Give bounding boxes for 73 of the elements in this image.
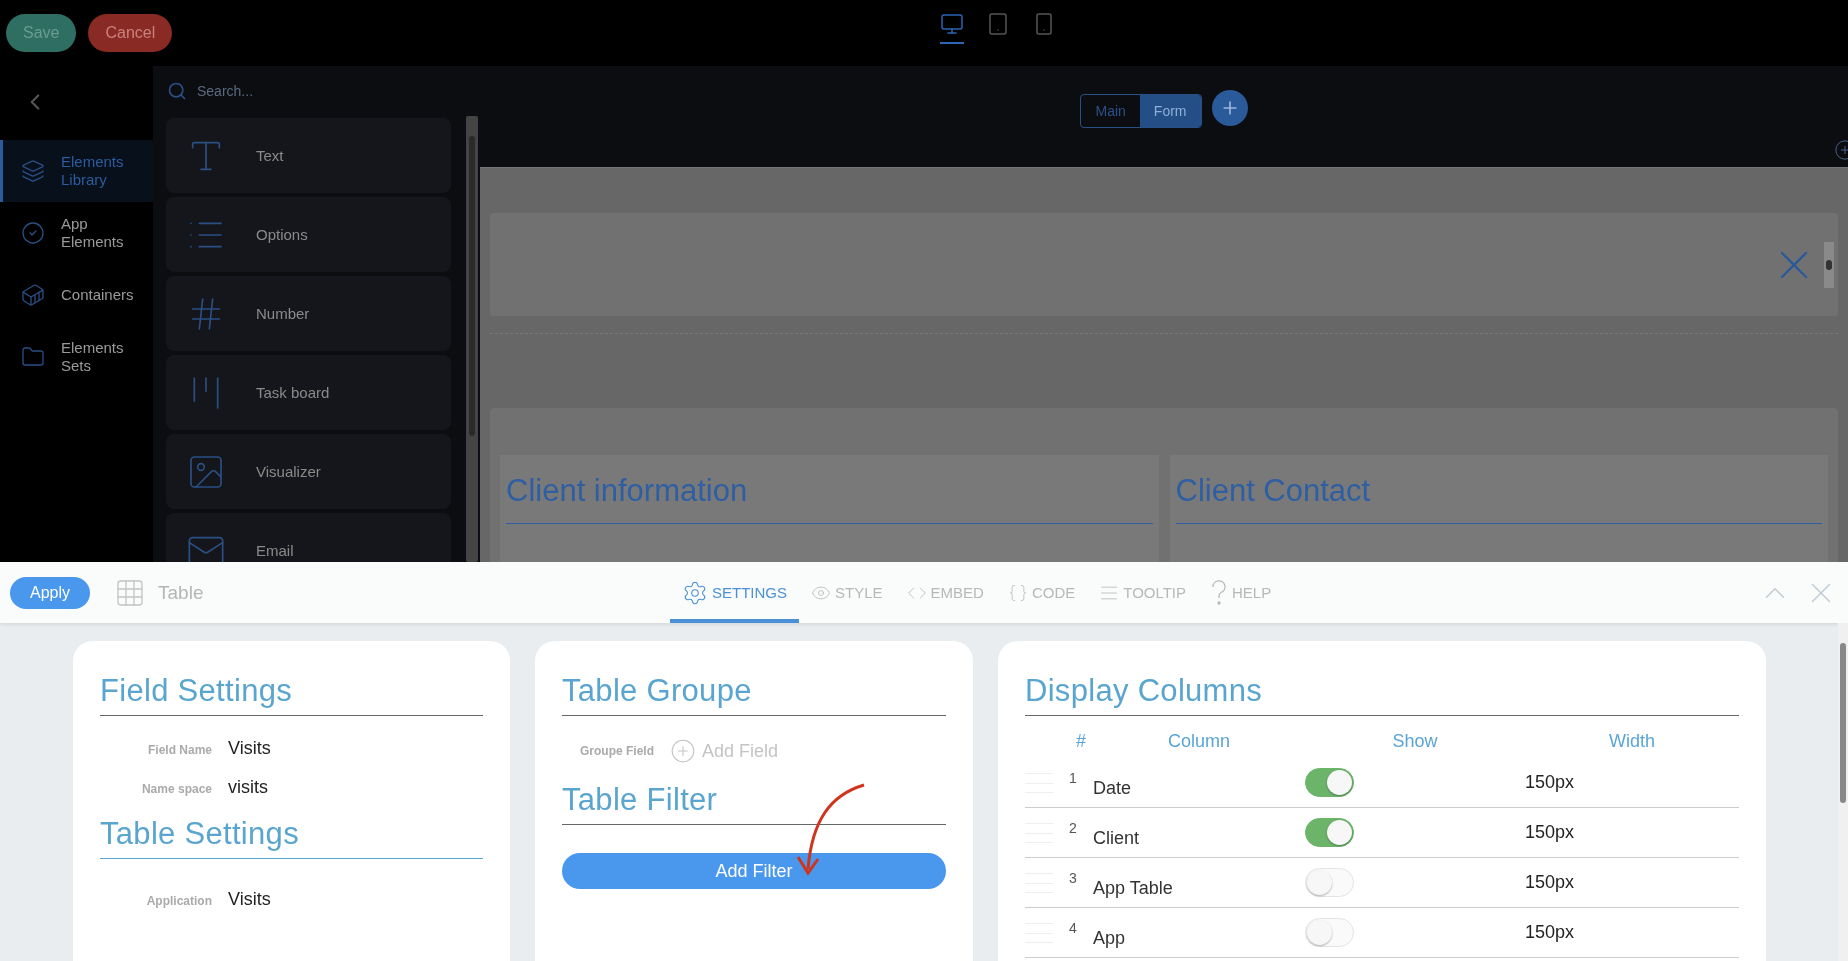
question-icon bbox=[1210, 579, 1229, 606]
add-filter-button[interactable]: Add Filter bbox=[562, 853, 946, 889]
check-circle-icon bbox=[21, 221, 45, 245]
column-name: Client bbox=[1093, 827, 1141, 849]
column-header: Show bbox=[1391, 730, 1439, 752]
tablet-icon bbox=[986, 12, 1010, 36]
row-number: 1 bbox=[1069, 769, 1078, 786]
plus-circle-icon bbox=[670, 738, 696, 764]
view-tab[interactable]: Form bbox=[1139, 95, 1201, 127]
section-title: Table Filter bbox=[562, 782, 946, 825]
element-item[interactable]: Options bbox=[166, 197, 451, 272]
element-type: Table bbox=[158, 581, 204, 604]
apply-button[interactable]: Apply bbox=[10, 576, 91, 609]
folder-icon bbox=[21, 345, 45, 369]
scrollbar[interactable] bbox=[466, 116, 478, 562]
width-value: 150px bbox=[1525, 822, 1576, 843]
search-field[interactable]: Search... bbox=[195, 82, 395, 100]
element-item[interactable]: Email bbox=[166, 513, 451, 562]
sidebar-item[interactable]: Elements Sets bbox=[0, 326, 153, 388]
column-name: Date bbox=[1093, 777, 1133, 799]
tab[interactable]: EMBED bbox=[894, 562, 996, 623]
width-value: 150px bbox=[1525, 772, 1576, 793]
field-label: Name space bbox=[140, 782, 212, 796]
column-header: Column bbox=[1167, 730, 1231, 752]
layers-icon bbox=[21, 159, 45, 183]
section-title: Client information bbox=[506, 473, 1153, 524]
view-tab[interactable]: Main bbox=[1081, 95, 1140, 127]
tab[interactable]: SETTINGS bbox=[670, 562, 799, 623]
column-header: Width bbox=[1608, 730, 1656, 752]
device-tab[interactable] bbox=[940, 12, 964, 44]
column-header: # bbox=[1075, 730, 1087, 752]
sidebar-item[interactable]: Containers bbox=[0, 264, 153, 326]
column-name: App bbox=[1093, 927, 1127, 949]
row-number: 2 bbox=[1069, 819, 1078, 836]
field-value: Visits bbox=[228, 738, 271, 759]
gear-icon bbox=[682, 579, 708, 606]
sidebar-item[interactable]: App Elements bbox=[0, 202, 153, 264]
tab[interactable]: STYLE bbox=[799, 562, 895, 623]
tab[interactable]: TOOLTIP bbox=[1087, 562, 1199, 623]
field-label: Field Name bbox=[146, 743, 212, 757]
add-field-button[interactable]: Add Field bbox=[670, 738, 779, 764]
tab[interactable]: HELP bbox=[1198, 562, 1284, 623]
element-item[interactable]: Text bbox=[166, 118, 451, 193]
container-icon bbox=[21, 283, 45, 307]
braces-icon bbox=[1007, 582, 1028, 603]
element-item[interactable]: Number bbox=[166, 276, 451, 351]
section-title: Table Groupe bbox=[562, 673, 946, 716]
section-title: Display Columns bbox=[1025, 673, 1739, 716]
toggle-switch[interactable] bbox=[1305, 768, 1354, 797]
section-title: Field Settings bbox=[100, 673, 483, 716]
save-button[interactable]: Save bbox=[6, 14, 77, 52]
section-title: Client Contact bbox=[1175, 473, 1822, 524]
field-value: visits bbox=[228, 777, 268, 798]
row-number: 3 bbox=[1069, 869, 1078, 886]
element-item[interactable]: Visualizer bbox=[166, 434, 451, 509]
width-value: 150px bbox=[1525, 922, 1576, 943]
cancel-button[interactable]: Cancel bbox=[88, 14, 173, 52]
row-number: 4 bbox=[1069, 919, 1078, 936]
monitor-icon bbox=[940, 12, 964, 36]
field-label: Application bbox=[145, 894, 212, 908]
section-title: Table Settings bbox=[100, 816, 483, 859]
search-icon bbox=[167, 81, 187, 101]
sidebar-item[interactable]: Elements Library bbox=[0, 140, 153, 202]
scrollbar[interactable] bbox=[1838, 623, 1848, 961]
element-item[interactable]: Task board bbox=[166, 355, 451, 430]
scrollbar bbox=[1824, 241, 1834, 288]
add-button[interactable] bbox=[1211, 90, 1248, 126]
toggle-switch[interactable] bbox=[1305, 818, 1354, 847]
width-value: 150px bbox=[1525, 872, 1576, 893]
field-label: Groupe Field bbox=[579, 744, 654, 758]
column-name: App Table bbox=[1093, 877, 1174, 899]
tab[interactable]: CODE bbox=[995, 562, 1088, 623]
field-value: Visits bbox=[228, 889, 271, 910]
